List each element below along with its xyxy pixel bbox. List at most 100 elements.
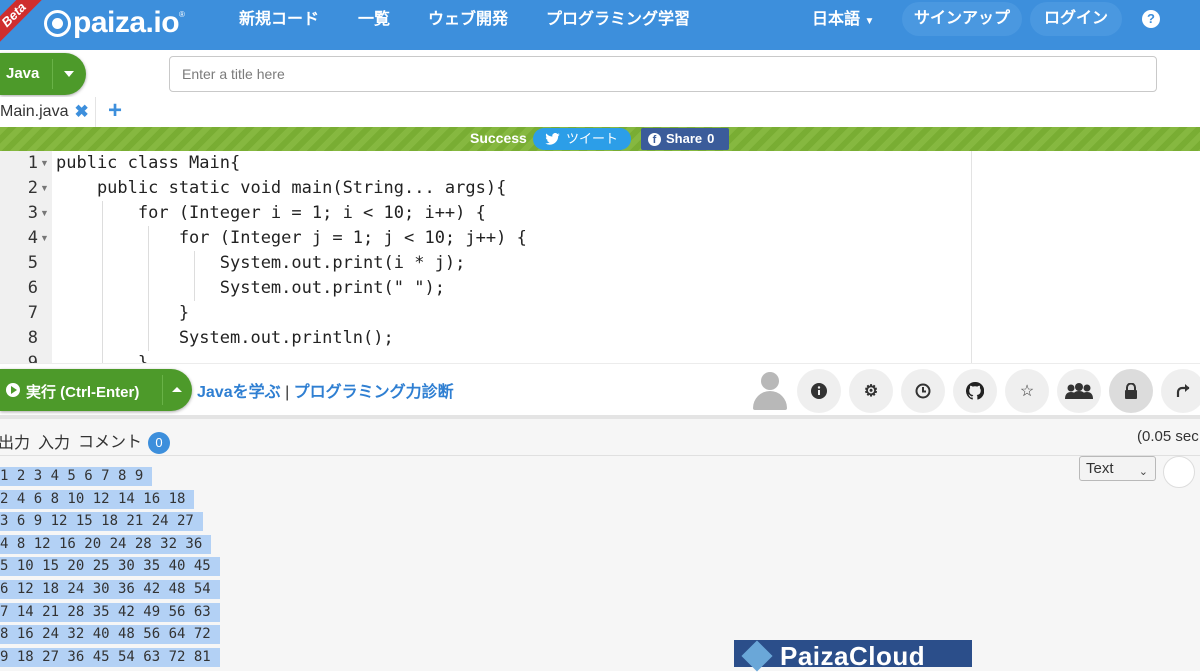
file-tab-label: Main.java: [0, 103, 69, 120]
tab-input[interactable]: 入力: [38, 429, 70, 453]
execution-time: (0.05 sec: [1137, 428, 1199, 445]
info-icon: [811, 383, 827, 399]
paizacloud-banner[interactable]: PaizaCloud: [734, 640, 972, 672]
output-line-text: 2 4 6 8 10 12 14 16 18: [0, 489, 195, 509]
nav-programming-learning[interactable]: プログラミング学習: [546, 0, 690, 40]
skill-check-link[interactable]: プログラミング力診断: [294, 384, 454, 401]
output-line: 2 4 6 8 10 12 14 16 18: [0, 489, 220, 513]
chevron-down-icon: ▼: [864, 16, 875, 27]
output-text[interactable]: 1 2 3 4 5 6 7 8 9 2 4 6 8 10 12 14 16 18…: [0, 467, 220, 670]
output-line: 8 16 24 32 40 48 56 64 72: [0, 625, 220, 648]
output-options-button[interactable]: [1163, 456, 1195, 488]
run-toolbar: 実行 (Ctrl-Enter) Javaを学ぶ | プログラミング力診断 ⚙ ☆: [0, 363, 1200, 416]
output-line: 4 8 12 16 20 24 28 32 36: [0, 534, 220, 558]
code-text: System.out.print(" ");: [56, 278, 445, 298]
avatar[interactable]: [752, 370, 788, 410]
top-navbar: Beta paiza.io ® 新規コード 一覧 ウェブ開発 プログラミング学習…: [0, 0, 1200, 50]
line-number: 1: [27, 153, 38, 173]
line-number: 2: [27, 178, 38, 198]
code-text: for (Integer j = 1; j < 10; j++) {: [56, 228, 527, 248]
code-text: for (Integer i = 1; i < 10; i++) {: [56, 203, 486, 223]
fold-arrow-icon[interactable]: ▼: [40, 226, 49, 251]
tweet-label: ツイート: [566, 131, 619, 146]
output-line: 7 14 21 28 35 42 49 56 63: [0, 602, 220, 626]
code-text: }: [56, 353, 149, 363]
facebook-share-button[interactable]: f Share 0: [641, 128, 729, 150]
logo-mark-icon: [44, 9, 71, 37]
code-line: 1 ▼ public class Main{: [0, 151, 970, 176]
close-icon[interactable]: ✖: [74, 102, 88, 122]
fold-arrow-icon[interactable]: ▼: [40, 176, 49, 201]
tweet-button[interactable]: ツイート: [533, 128, 631, 150]
paiza-logo[interactable]: paiza.io ®: [44, 6, 185, 40]
login-button[interactable]: ログイン: [1030, 2, 1122, 36]
play-icon: [6, 383, 20, 397]
print-margin: [971, 151, 972, 363]
line-number: 3: [27, 203, 38, 223]
banner-text: PaizaCloud: [780, 641, 926, 671]
share-count: 0: [707, 131, 715, 146]
run-label: 実行 (Ctrl-Enter): [26, 384, 140, 401]
gear-icon: ⚙: [863, 383, 879, 400]
nav-new-code[interactable]: 新規コード: [239, 0, 319, 40]
output-tabs: 出力 入力 コメント 0: [0, 427, 171, 455]
comment-count-badge: 0: [148, 432, 171, 454]
learning-links: Javaを学ぶ | プログラミング力診断: [197, 378, 454, 402]
share-icon: [1176, 384, 1190, 397]
settings-button[interactable]: ⚙: [849, 369, 893, 413]
chevron-up-icon[interactable]: [172, 387, 182, 392]
logo-trademark: ®: [179, 10, 185, 19]
language-dropdown-button[interactable]: Java: [0, 53, 86, 95]
twitter-bird-icon: [545, 133, 560, 145]
help-icon[interactable]: ?: [1142, 10, 1160, 28]
output-line-text: 4 8 12 16 20 24 28 32 36: [0, 534, 212, 554]
nav-language-select[interactable]: 日本語 ▼: [812, 0, 874, 40]
history-button[interactable]: [901, 369, 945, 413]
output-line-text: 7 14 21 28 35 42 49 56 63: [0, 602, 220, 622]
tab-comments[interactable]: コメント 0: [78, 428, 171, 454]
file-tab-main-java[interactable]: Main.java ✖: [0, 97, 96, 127]
tab-output[interactable]: 出力: [0, 429, 30, 453]
status-text: Success: [470, 130, 527, 146]
code-line: 9 }: [0, 351, 970, 363]
add-file-icon[interactable]: +: [108, 97, 122, 125]
output-line: 3 6 9 12 15 18 21 24 27: [0, 512, 220, 535]
privacy-lock-button[interactable]: [1109, 369, 1153, 413]
run-separator: [162, 375, 163, 405]
line-number: 8: [27, 328, 38, 348]
avatar-head: [761, 372, 779, 390]
output-line-text: 6 12 18 24 30 36 42 48 54: [0, 579, 220, 599]
code-line: 7 }: [0, 301, 970, 326]
favorite-button[interactable]: ☆: [1005, 369, 1049, 413]
fold-arrow-icon[interactable]: ▼: [40, 151, 49, 176]
collaborate-button[interactable]: [1057, 369, 1101, 413]
nav-web-dev[interactable]: ウェブ開発: [428, 0, 508, 40]
code-text: System.out.println();: [56, 328, 394, 348]
info-button[interactable]: [797, 369, 841, 413]
line-number: 6: [27, 278, 38, 298]
run-button[interactable]: 実行 (Ctrl-Enter): [0, 369, 192, 411]
share-button[interactable]: [1161, 369, 1200, 413]
code-text: System.out.print(i * j);: [56, 253, 466, 273]
status-bar: Success ツイート f Share 0: [0, 127, 1200, 151]
line-number: 4: [27, 228, 38, 248]
signup-button[interactable]: サインアップ: [902, 2, 1022, 36]
output-format-select[interactable]: Text ⌄: [1079, 456, 1156, 481]
code-text: public static void main(String... args){: [56, 178, 507, 198]
lock-icon: [1125, 383, 1137, 399]
code-text: }: [56, 303, 190, 323]
learn-java-link[interactable]: Javaを学ぶ: [197, 384, 281, 401]
tabs-divider: [0, 455, 1200, 456]
github-button[interactable]: [953, 369, 997, 413]
dropdown-separator: [52, 59, 53, 89]
users-icon: [1065, 383, 1093, 399]
code-text: public class Main{: [56, 153, 241, 173]
title-input[interactable]: [169, 56, 1157, 92]
code-line: 8 System.out.println();: [0, 326, 970, 351]
fold-arrow-icon[interactable]: ▼: [40, 201, 49, 226]
nav-list[interactable]: 一覧: [358, 0, 390, 40]
code-line: 2 ▼ public static void main(String... ar…: [0, 176, 970, 201]
code-editor[interactable]: 1 ▼ public class Main{ 2 ▼ public static…: [0, 151, 1200, 363]
output-line: 1 2 3 4 5 6 7 8 9: [0, 467, 220, 490]
line-number: 9: [27, 353, 38, 363]
